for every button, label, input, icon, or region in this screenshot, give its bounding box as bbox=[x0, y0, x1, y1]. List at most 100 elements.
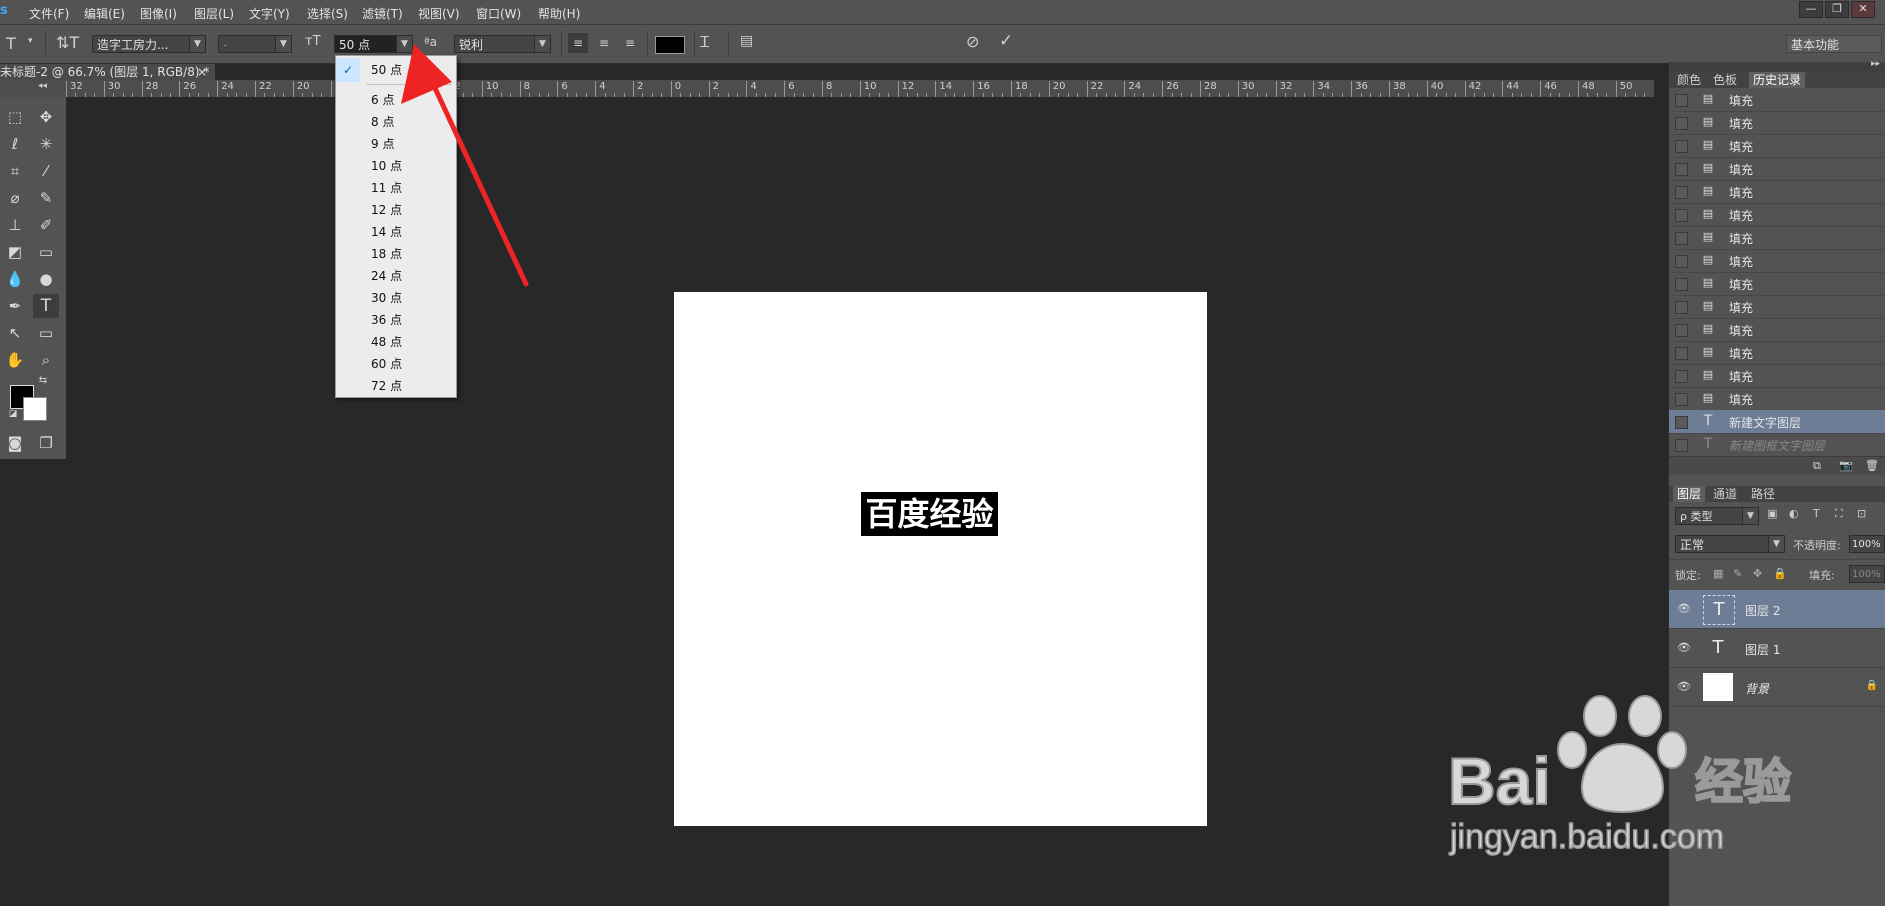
magic-wand-icon[interactable]: ✳ bbox=[33, 132, 59, 156]
path-selection-icon[interactable]: ↖ bbox=[2, 321, 28, 345]
menu-view[interactable]: 视图(V) bbox=[418, 5, 460, 22]
history-snapshot-checkbox[interactable] bbox=[1675, 209, 1688, 222]
font-size-option[interactable]: 36 点 bbox=[336, 309, 456, 331]
workspace-select[interactable]: 基本功能 bbox=[1786, 35, 1882, 53]
blend-mode-select[interactable]: 正常 ▼ bbox=[1675, 535, 1785, 553]
history-snapshot-checkbox[interactable] bbox=[1675, 416, 1688, 429]
restore-button[interactable]: ❐ bbox=[1825, 1, 1849, 18]
lock-position-icon[interactable]: ✥ bbox=[1753, 567, 1762, 580]
history-snapshot-checkbox[interactable] bbox=[1675, 94, 1688, 107]
lock-transparent-icon[interactable]: ▦ bbox=[1713, 567, 1723, 580]
history-state[interactable]: ▤ 填充 bbox=[1669, 341, 1885, 365]
font-size-option[interactable]: 72 点 bbox=[336, 375, 456, 397]
tab-channels[interactable]: 通道 bbox=[1709, 486, 1741, 502]
clone-stamp-icon[interactable]: ⊥ bbox=[2, 213, 28, 237]
lock-all-icon[interactable]: 🔒 bbox=[1773, 567, 1787, 580]
zoom-tool-icon[interactable]: ⌕ bbox=[33, 348, 59, 372]
menu-help[interactable]: 帮助(H) bbox=[538, 5, 580, 22]
eyedropper-icon[interactable]: ⁄ bbox=[33, 159, 59, 183]
antialias-select[interactable]: 锐利 ▼ bbox=[454, 35, 551, 53]
font-size-option[interactable]: 18 点 bbox=[336, 243, 456, 265]
layer-row[interactable]: 👁 T 图层 1 bbox=[1669, 629, 1885, 668]
history-snapshot-checkbox[interactable] bbox=[1675, 232, 1688, 245]
menu-edit[interactable]: 编辑(E) bbox=[84, 5, 125, 22]
history-snapshot-checkbox[interactable] bbox=[1675, 347, 1688, 360]
history-state[interactable]: ▤ 填充 bbox=[1669, 272, 1885, 296]
tab-layers[interactable]: 图层 bbox=[1673, 486, 1706, 502]
type-tool-preset-icon[interactable]: T bbox=[6, 34, 16, 53]
font-size-option[interactable]: 10 点 bbox=[336, 155, 456, 177]
layer-name[interactable]: 图层 1 bbox=[1745, 641, 1780, 658]
type-tool-icon[interactable]: T bbox=[33, 294, 59, 318]
history-snapshot-checkbox[interactable] bbox=[1675, 255, 1688, 268]
menu-window[interactable]: 窗口(W) bbox=[476, 5, 521, 22]
history-snapshot-checkbox[interactable] bbox=[1675, 140, 1688, 153]
tab-paths[interactable]: 路径 bbox=[1747, 486, 1779, 502]
history-snapshot-checkbox[interactable] bbox=[1675, 278, 1688, 291]
rectangle-tool-icon[interactable]: ▭ bbox=[33, 321, 59, 345]
font-size-option[interactable]: 14 点 bbox=[336, 221, 456, 243]
menu-select[interactable]: 选择(S) bbox=[307, 5, 348, 22]
brush-tool-icon[interactable]: ✎ bbox=[33, 186, 59, 210]
align-left-icon[interactable]: ≡ bbox=[568, 33, 588, 53]
visibility-eye-icon[interactable]: 👁 bbox=[1677, 641, 1691, 655]
dodge-tool-icon[interactable]: ● bbox=[33, 267, 59, 291]
trash-icon[interactable]: 🗑 bbox=[1865, 459, 1879, 472]
filter-type-icon[interactable]: T bbox=[1813, 507, 1820, 520]
font-size-select[interactable]: 50 点 ▼ bbox=[334, 35, 413, 53]
close-button[interactable]: ✕ bbox=[1851, 1, 1875, 18]
screen-mode-icon[interactable]: ❐ bbox=[33, 431, 59, 455]
opacity-input[interactable]: 100% bbox=[1849, 535, 1885, 553]
text-color-swatch[interactable] bbox=[655, 36, 685, 54]
text-layer-content[interactable]: 百度经验 bbox=[861, 492, 998, 536]
gradient-tool-icon[interactable]: ▭ bbox=[33, 240, 59, 264]
layer-filter-select[interactable]: ρ 类型 ▼ bbox=[1675, 507, 1759, 525]
filter-smart-object-icon[interactable]: ⊡ bbox=[1857, 507, 1866, 520]
cancel-icon[interactable]: ⊘ bbox=[966, 32, 979, 51]
font-size-option[interactable]: 30 点 bbox=[336, 287, 456, 309]
font-family-select[interactable]: 造字工房力... ▼ bbox=[92, 35, 206, 53]
snapshot-icon[interactable]: 📷 bbox=[1839, 459, 1853, 472]
crop-tool-icon[interactable]: ⌗ bbox=[2, 159, 28, 183]
move-tool-icon[interactable]: ✥ bbox=[33, 105, 59, 129]
history-state[interactable]: ▤ 填充 bbox=[1669, 295, 1885, 319]
font-size-option[interactable]: 24 点 bbox=[336, 265, 456, 287]
document-tab[interactable]: 未标题-2 @ 66.7% (图层 1, RGB/8) * × bbox=[0, 64, 215, 81]
history-snapshot-checkbox[interactable] bbox=[1675, 393, 1688, 406]
visibility-eye-icon[interactable]: 👁 bbox=[1677, 602, 1691, 616]
fill-input[interactable]: 100% bbox=[1849, 565, 1885, 583]
commit-icon[interactable]: ✓ bbox=[999, 31, 1013, 51]
layer-name[interactable]: 图层 2 bbox=[1745, 602, 1780, 619]
healing-brush-icon[interactable]: ⌀ bbox=[2, 186, 28, 210]
font-size-option[interactable]: 9 点 bbox=[336, 133, 456, 155]
history-snapshot-checkbox[interactable] bbox=[1675, 301, 1688, 314]
history-snapshot-checkbox[interactable] bbox=[1675, 439, 1688, 452]
menu-file[interactable]: 文件(F) bbox=[29, 5, 69, 22]
font-size-option[interactable]: 12 点 bbox=[336, 199, 456, 221]
quick-mask-icon[interactable]: ◙ bbox=[2, 431, 28, 455]
expand-icon[interactable]: ▸▸ bbox=[1871, 59, 1880, 69]
filter-pixel-icon[interactable]: ▣ bbox=[1767, 507, 1777, 520]
swap-colors-icon[interactable]: ⇆ bbox=[30, 374, 56, 388]
menu-layer[interactable]: 图层(L) bbox=[194, 5, 234, 22]
background-color-swatch[interactable] bbox=[23, 397, 47, 421]
new-document-from-state-icon[interactable]: ⧉ bbox=[1813, 459, 1821, 473]
history-state[interactable]: ▤ 填充 bbox=[1669, 364, 1885, 388]
marquee-tool-icon[interactable]: ⬚ bbox=[2, 105, 28, 129]
menu-type[interactable]: 文字(Y) bbox=[249, 5, 290, 22]
tab-color[interactable]: 颜色 bbox=[1673, 72, 1705, 88]
lock-pixels-icon[interactable]: ✎ bbox=[1733, 567, 1742, 580]
history-snapshot-checkbox[interactable] bbox=[1675, 186, 1688, 199]
history-brush-icon[interactable]: ✐ bbox=[33, 213, 59, 237]
minimize-button[interactable]: — bbox=[1799, 1, 1823, 18]
layer-row[interactable]: 👁 T 图层 2 bbox=[1669, 590, 1885, 629]
font-size-option[interactable]: 60 点 bbox=[336, 353, 456, 375]
document-canvas[interactable] bbox=[674, 292, 1207, 826]
history-state[interactable]: ▤ 填充 bbox=[1669, 387, 1885, 411]
filter-shape-icon[interactable]: ⛶ bbox=[1835, 507, 1843, 521]
history-state[interactable]: ▤ 填充 bbox=[1669, 318, 1885, 342]
font-style-select[interactable]: - ▼ bbox=[218, 35, 292, 53]
history-snapshot-checkbox[interactable] bbox=[1675, 117, 1688, 130]
font-size-option[interactable]: 8 点 bbox=[336, 111, 456, 133]
menu-filter[interactable]: 滤镜(T) bbox=[362, 5, 403, 22]
